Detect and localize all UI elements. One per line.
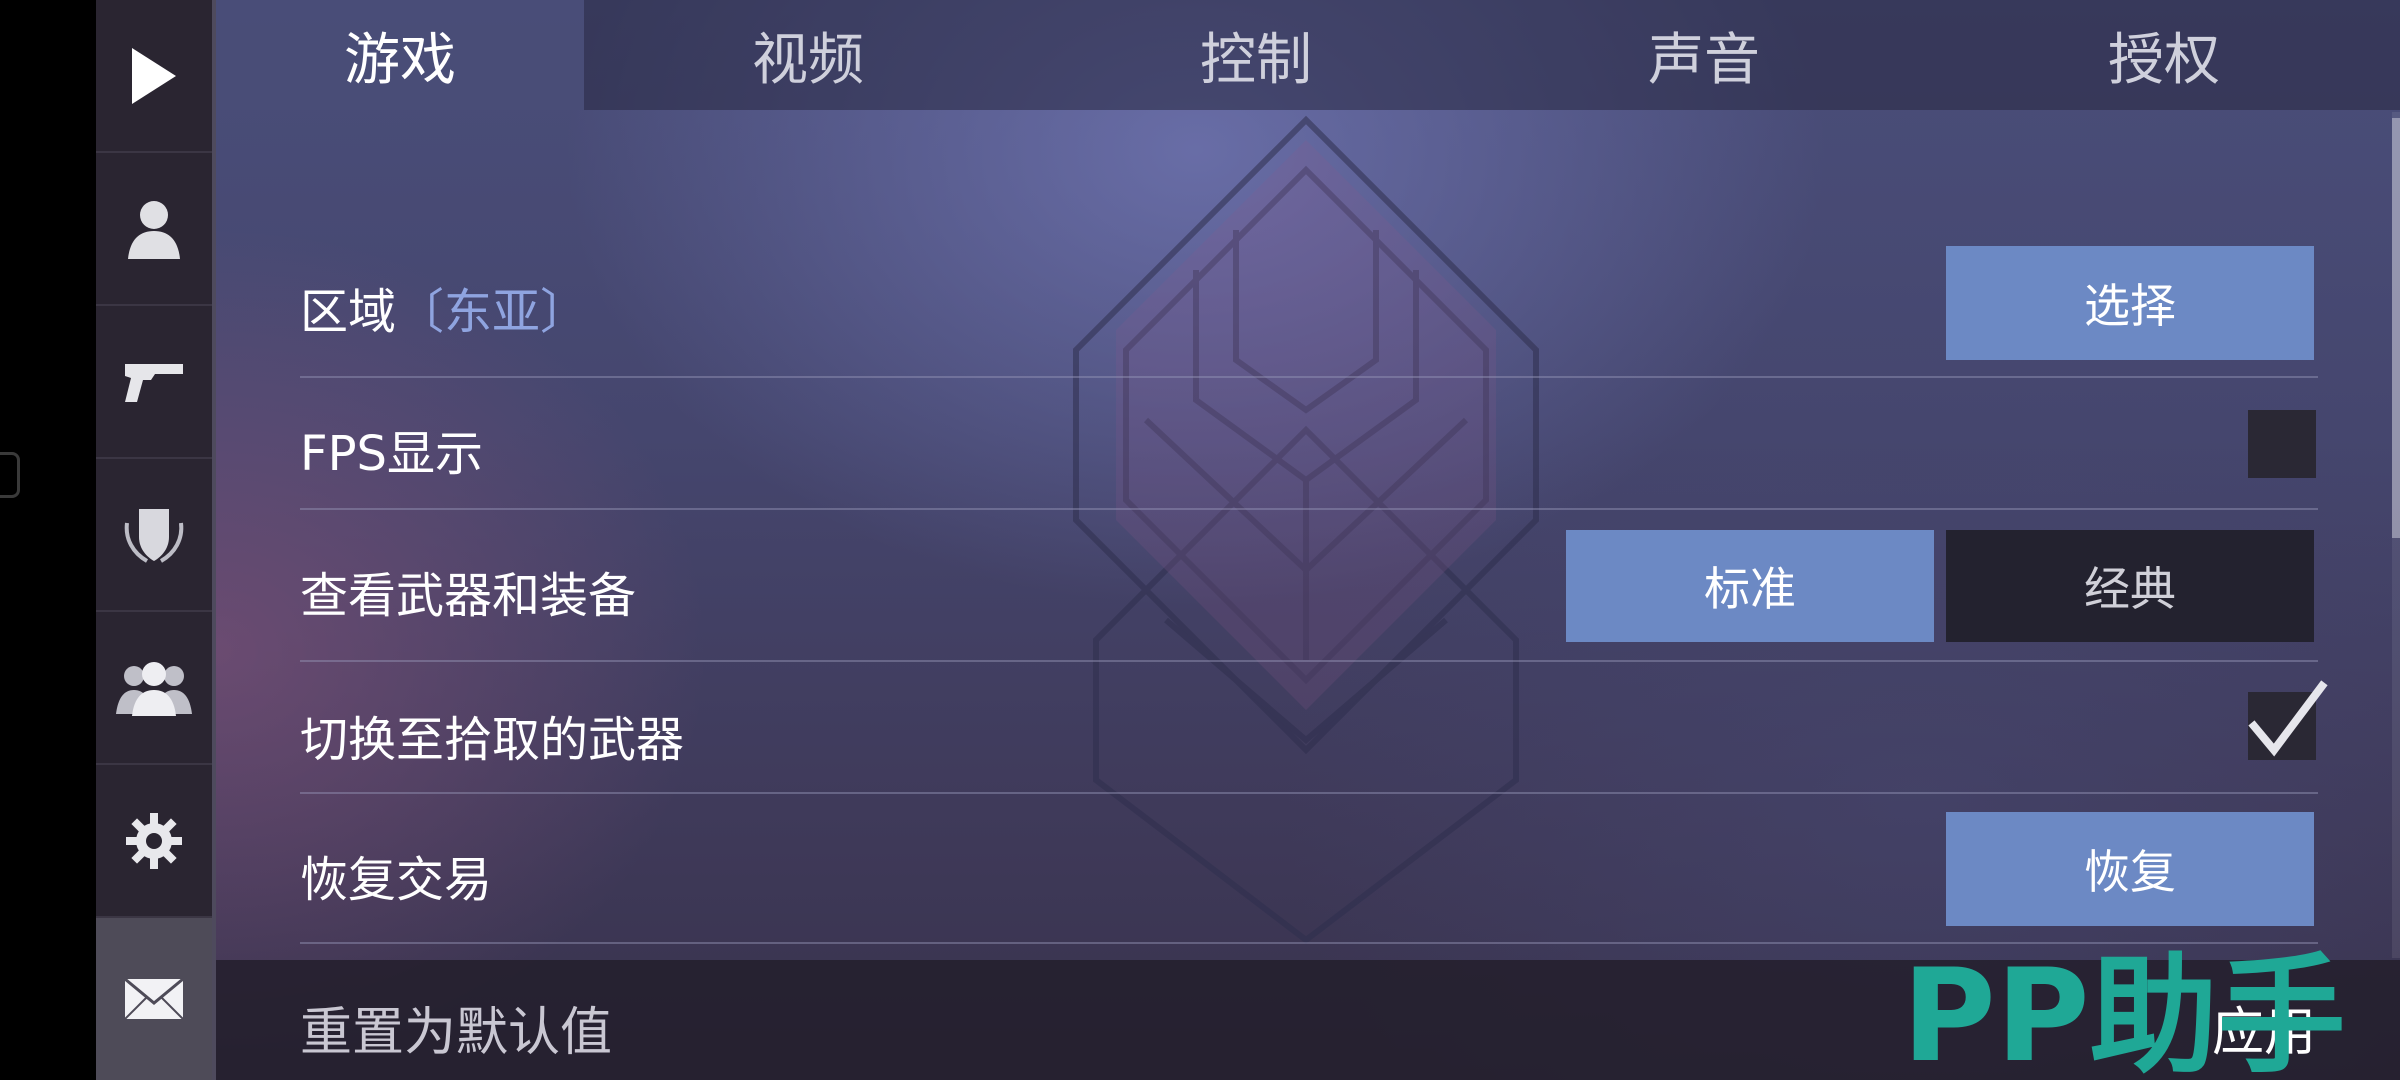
pp-assistant-watermark: PP助手 (1902, 948, 2346, 1074)
weapon-view-classic-button[interactable]: 经典 (1946, 530, 2314, 642)
region-value: 〔东亚〕 (396, 284, 589, 340)
gear-icon (126, 812, 182, 869)
mail-icon (124, 977, 184, 1020)
sidebar (96, 0, 212, 1080)
sidebar-item-mail[interactable] (96, 918, 212, 1080)
row-divider (300, 792, 2318, 794)
tab-sound[interactable]: 声音 (1480, 0, 1928, 110)
tab-video[interactable]: 视频 (584, 0, 1032, 110)
row-divider (300, 942, 2318, 944)
restore-trade-label: 恢复交易 (300, 852, 493, 908)
region-label: 区域 (300, 284, 397, 340)
tab-bar: 游戏 视频 控制 声音 授权 (216, 0, 2400, 110)
sidebar-item-settings[interactable] (96, 765, 212, 918)
select-region-button[interactable]: 选择 (1946, 246, 2314, 360)
row-divider (300, 660, 2318, 662)
region-setting-label: 区域〔东亚〕 (300, 272, 588, 342)
friends-icon (116, 661, 192, 716)
settings-panel: 游戏 视频 控制 声音 授权 区域〔东亚〕 选择 FPS显示 查看武器和装备 标… (216, 0, 2400, 1080)
scrollbar-thumb[interactable] (2392, 118, 2400, 538)
fps-display-label: FPS显示 (300, 426, 484, 482)
camera-notch (0, 452, 20, 498)
play-icon (132, 47, 176, 104)
restore-trade-button[interactable]: 恢复 (1946, 812, 2314, 926)
screen-edge (0, 0, 96, 1080)
row-divider (300, 508, 2318, 510)
profile-icon (128, 200, 180, 259)
sidebar-item-play[interactable] (96, 0, 212, 153)
game-settings-screen: 游戏 视频 控制 声音 授权 区域〔东亚〕 选择 FPS显示 查看武器和装备 标… (0, 0, 2400, 1080)
sidebar-item-weapons[interactable] (96, 306, 212, 459)
tab-controls[interactable]: 控制 (1032, 0, 1480, 110)
checkmark-icon (2248, 680, 2328, 757)
weapon-view-label: 查看武器和装备 (300, 568, 637, 624)
switch-pickup-label: 切换至拾取的武器 (300, 712, 685, 768)
reset-defaults-button[interactable]: 重置为默认值 (300, 990, 612, 1065)
tab-license[interactable]: 授权 (1928, 0, 2400, 110)
sidebar-item-profile[interactable] (96, 153, 212, 306)
svg-text:PP助手: PP助手 (1902, 948, 2346, 1074)
tab-game[interactable]: 游戏 (216, 0, 584, 110)
shield-emblem-icon (124, 508, 184, 563)
fps-display-checkbox[interactable] (2248, 410, 2316, 478)
weapon-view-standard-button[interactable]: 标准 (1566, 530, 1934, 642)
row-divider (300, 376, 2318, 378)
sidebar-item-clan[interactable] (96, 459, 212, 612)
pistol-icon (125, 363, 183, 402)
sidebar-item-friends[interactable] (96, 612, 212, 765)
switch-pickup-checkbox[interactable] (2248, 680, 2328, 760)
